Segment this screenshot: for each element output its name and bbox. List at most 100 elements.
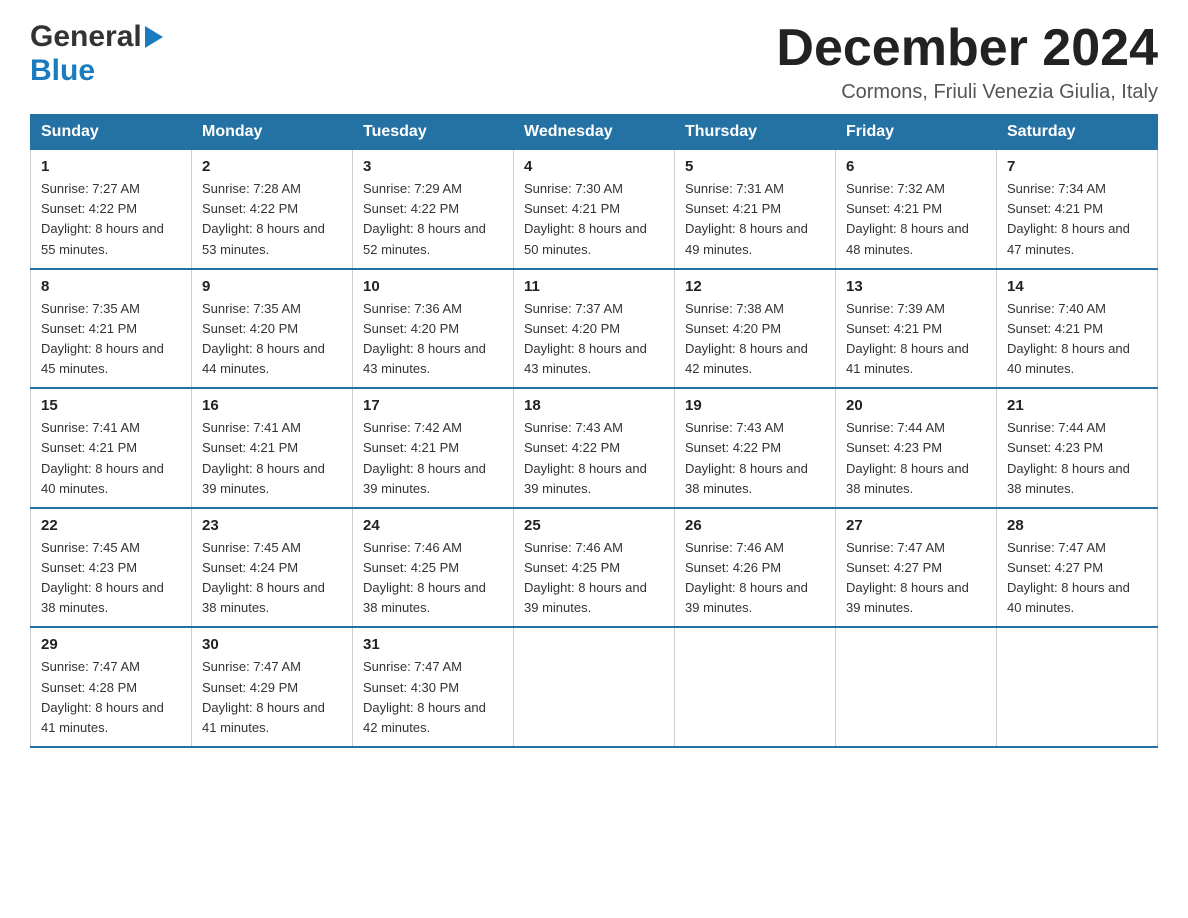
weekday-header-thursday: Thursday	[675, 115, 836, 150]
day-number: 9	[202, 278, 342, 295]
day-number: 4	[524, 158, 664, 175]
calendar-day-cell: 9 Sunrise: 7:35 AMSunset: 4:20 PMDaylight…	[192, 269, 353, 389]
calendar-day-cell: 6 Sunrise: 7:32 AMSunset: 4:21 PMDaylight…	[836, 150, 997, 269]
calendar-day-cell	[836, 627, 997, 747]
calendar-day-cell: 31 Sunrise: 7:47 AMSunset: 4:30 PMDayligh…	[353, 627, 514, 747]
day-number: 1	[41, 158, 181, 175]
day-info: Sunrise: 7:46 AMSunset: 4:25 PMDaylight:…	[363, 538, 503, 619]
calendar-week-row: 1 Sunrise: 7:27 AMSunset: 4:22 PMDaylight…	[31, 150, 1158, 269]
day-number: 24	[363, 517, 503, 534]
day-number: 31	[363, 636, 503, 653]
day-info: Sunrise: 7:47 AMSunset: 4:30 PMDaylight:…	[363, 657, 503, 738]
day-number: 10	[363, 278, 503, 295]
day-info: Sunrise: 7:47 AMSunset: 4:28 PMDaylight:…	[41, 657, 181, 738]
location-title: Cormons, Friuli Venezia Giulia, Italy	[776, 81, 1158, 104]
day-number: 22	[41, 517, 181, 534]
day-number: 7	[1007, 158, 1147, 175]
calendar-day-cell: 22Sunrise: 7:45 AMSunset: 4:23 PMDayligh…	[31, 508, 192, 628]
calendar-day-cell: 28 Sunrise: 7:47 AMSunset: 4:27 PMDayligh…	[997, 508, 1158, 628]
day-number: 16	[202, 397, 342, 414]
weekday-header-sunday: Sunday	[31, 115, 192, 150]
day-info: Sunrise: 7:44 AMSunset: 4:23 PMDaylight:…	[846, 418, 986, 499]
weekday-header-saturday: Saturday	[997, 115, 1158, 150]
day-info: Sunrise: 7:35 AMSunset: 4:21 PMDaylight:…	[41, 299, 181, 380]
calendar-day-cell: 7Sunrise: 7:34 AMSunset: 4:21 PMDaylight…	[997, 150, 1158, 269]
day-info: Sunrise: 7:38 AMSunset: 4:20 PMDaylight:…	[685, 299, 825, 380]
calendar-day-cell: 5Sunrise: 7:31 AMSunset: 4:21 PMDaylight…	[675, 150, 836, 269]
day-number: 2	[202, 158, 342, 175]
day-number: 27	[846, 517, 986, 534]
day-number: 29	[41, 636, 181, 653]
day-info: Sunrise: 7:27 AMSunset: 4:22 PMDaylight:…	[41, 179, 181, 260]
calendar-table: SundayMondayTuesdayWednesdayThursdayFrid…	[30, 114, 1158, 748]
day-number: 15	[41, 397, 181, 414]
calendar-day-cell: 10 Sunrise: 7:36 AMSunset: 4:20 PMDayligh…	[353, 269, 514, 389]
day-number: 20	[846, 397, 986, 414]
day-number: 11	[524, 278, 664, 295]
calendar-day-cell: 13Sunrise: 7:39 AMSunset: 4:21 PMDayligh…	[836, 269, 997, 389]
day-number: 19	[685, 397, 825, 414]
day-info: Sunrise: 7:44 AMSunset: 4:23 PMDaylight:…	[1007, 418, 1147, 499]
calendar-day-cell: 4 Sunrise: 7:30 AMSunset: 4:21 PMDaylight…	[514, 150, 675, 269]
day-info: Sunrise: 7:36 AMSunset: 4:20 PMDaylight:…	[363, 299, 503, 380]
calendar-day-cell: 1 Sunrise: 7:27 AMSunset: 4:22 PMDaylight…	[31, 150, 192, 269]
day-number: 6	[846, 158, 986, 175]
calendar-week-row: 22Sunrise: 7:45 AMSunset: 4:23 PMDayligh…	[31, 508, 1158, 628]
calendar-day-cell: 26 Sunrise: 7:46 AMSunset: 4:26 PMDayligh…	[675, 508, 836, 628]
calendar-day-cell: 29 Sunrise: 7:47 AMSunset: 4:28 PMDayligh…	[31, 627, 192, 747]
day-info: Sunrise: 7:46 AMSunset: 4:26 PMDaylight:…	[685, 538, 825, 619]
day-info: Sunrise: 7:41 AMSunset: 4:21 PMDaylight:…	[202, 418, 342, 499]
day-info: Sunrise: 7:47 AMSunset: 4:29 PMDaylight:…	[202, 657, 342, 738]
day-number: 8	[41, 278, 181, 295]
day-number: 26	[685, 517, 825, 534]
calendar-day-cell: 15 Sunrise: 7:41 AMSunset: 4:21 PMDayligh…	[31, 388, 192, 508]
calendar-day-cell: 19Sunrise: 7:43 AMSunset: 4:22 PMDayligh…	[675, 388, 836, 508]
day-info: Sunrise: 7:37 AMSunset: 4:20 PMDaylight:…	[524, 299, 664, 380]
day-number: 21	[1007, 397, 1147, 414]
day-info: Sunrise: 7:41 AMSunset: 4:21 PMDaylight:…	[41, 418, 181, 499]
day-number: 17	[363, 397, 503, 414]
weekday-header-wednesday: Wednesday	[514, 115, 675, 150]
calendar-day-cell: 12Sunrise: 7:38 AMSunset: 4:20 PMDayligh…	[675, 269, 836, 389]
month-title: December 2024	[776, 20, 1158, 77]
calendar-day-cell: 20 Sunrise: 7:44 AMSunset: 4:23 PMDayligh…	[836, 388, 997, 508]
logo-blue-text: Blue	[30, 54, 95, 87]
weekday-header-friday: Friday	[836, 115, 997, 150]
day-number: 25	[524, 517, 664, 534]
day-info: Sunrise: 7:46 AMSunset: 4:25 PMDaylight:…	[524, 538, 664, 619]
logo: General Blue	[30, 20, 163, 88]
calendar-day-cell: 18Sunrise: 7:43 AMSunset: 4:22 PMDayligh…	[514, 388, 675, 508]
calendar-day-cell: 3 Sunrise: 7:29 AMSunset: 4:22 PMDaylight…	[353, 150, 514, 269]
day-info: Sunrise: 7:35 AMSunset: 4:20 PMDaylight:…	[202, 299, 342, 380]
day-number: 23	[202, 517, 342, 534]
day-info: Sunrise: 7:45 AMSunset: 4:24 PMDaylight:…	[202, 538, 342, 619]
day-info: Sunrise: 7:29 AMSunset: 4:22 PMDaylight:…	[363, 179, 503, 260]
weekday-header-tuesday: Tuesday	[353, 115, 514, 150]
day-number: 28	[1007, 517, 1147, 534]
page-header: General Blue December 2024 Cormons, Friu…	[30, 20, 1158, 104]
calendar-day-cell: 14Sunrise: 7:40 AMSunset: 4:21 PMDayligh…	[997, 269, 1158, 389]
calendar-day-cell: 17 Sunrise: 7:42 AMSunset: 4:21 PMDayligh…	[353, 388, 514, 508]
day-info: Sunrise: 7:42 AMSunset: 4:21 PMDaylight:…	[363, 418, 503, 499]
day-info: Sunrise: 7:28 AMSunset: 4:22 PMDaylight:…	[202, 179, 342, 260]
day-number: 30	[202, 636, 342, 653]
calendar-week-row: 15 Sunrise: 7:41 AMSunset: 4:21 PMDayligh…	[31, 388, 1158, 508]
calendar-day-cell: 21 Sunrise: 7:44 AMSunset: 4:23 PMDayligh…	[997, 388, 1158, 508]
day-info: Sunrise: 7:30 AMSunset: 4:21 PMDaylight:…	[524, 179, 664, 260]
calendar-day-cell	[514, 627, 675, 747]
calendar-week-row: 8 Sunrise: 7:35 AMSunset: 4:21 PMDaylight…	[31, 269, 1158, 389]
calendar-day-cell: 11 Sunrise: 7:37 AMSunset: 4:20 PMDayligh…	[514, 269, 675, 389]
day-info: Sunrise: 7:47 AMSunset: 4:27 PMDaylight:…	[1007, 538, 1147, 619]
day-info: Sunrise: 7:32 AMSunset: 4:21 PMDaylight:…	[846, 179, 986, 260]
day-info: Sunrise: 7:43 AMSunset: 4:22 PMDaylight:…	[524, 418, 664, 499]
calendar-day-cell: 24 Sunrise: 7:46 AMSunset: 4:25 PMDayligh…	[353, 508, 514, 628]
calendar-day-cell: 8 Sunrise: 7:35 AMSunset: 4:21 PMDaylight…	[31, 269, 192, 389]
day-info: Sunrise: 7:39 AMSunset: 4:21 PMDaylight:…	[846, 299, 986, 380]
calendar-day-cell	[997, 627, 1158, 747]
calendar-day-cell	[675, 627, 836, 747]
calendar-day-cell: 16 Sunrise: 7:41 AMSunset: 4:21 PMDayligh…	[192, 388, 353, 508]
calendar-day-cell: 27Sunrise: 7:47 AMSunset: 4:27 PMDayligh…	[836, 508, 997, 628]
calendar-week-row: 29 Sunrise: 7:47 AMSunset: 4:28 PMDayligh…	[31, 627, 1158, 747]
logo-triangle-icon	[145, 26, 163, 53]
day-number: 3	[363, 158, 503, 175]
